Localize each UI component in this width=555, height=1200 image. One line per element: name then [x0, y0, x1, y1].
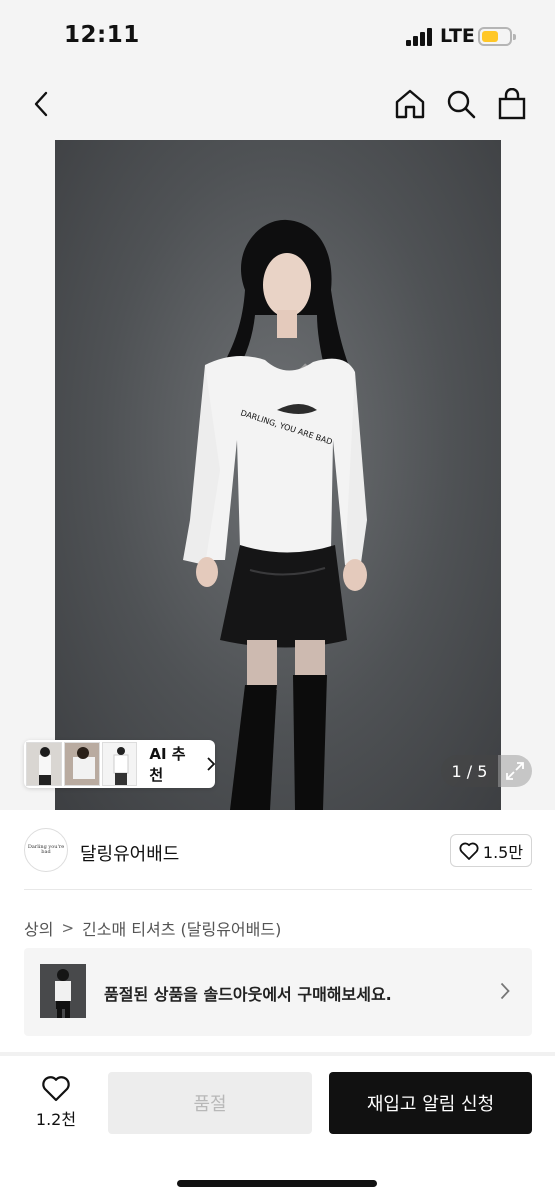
- cart-button[interactable]: [492, 84, 532, 124]
- divider: [24, 889, 532, 890]
- image-pager: 1 / 5: [441, 755, 498, 787]
- search-icon: [447, 90, 476, 119]
- wishlist-button[interactable]: 1.2천: [24, 1075, 88, 1135]
- soldout-button: 품절: [108, 1072, 312, 1134]
- product-gallery[interactable]: DARLING, YOU ARE BAD AI 추천 1 / 5: [0, 140, 555, 810]
- home-icon: [395, 89, 425, 119]
- brand-name[interactable]: 달링유어배드: [80, 840, 179, 866]
- expand-icon: [506, 762, 524, 780]
- chevron-right-icon: [500, 982, 510, 1000]
- shopping-bag-icon: [498, 88, 526, 120]
- back-button[interactable]: [22, 84, 62, 124]
- recommend-thumb-1[interactable]: [26, 742, 62, 786]
- status-time: 12:11: [64, 22, 140, 48]
- signal-icon: [406, 28, 434, 46]
- expand-button[interactable]: [498, 755, 532, 787]
- wishlist-count: 1.2천: [35, 1110, 77, 1129]
- breadcrumb: 상의 > 긴소매 티셔츠 (달링유어배드): [24, 916, 281, 940]
- ai-recommend-label: AI 추천: [149, 745, 186, 784]
- network-label: LTE: [440, 25, 475, 47]
- recommend-thumb-2[interactable]: [63, 742, 100, 786]
- restock-notify-button[interactable]: 재입고 알림 신청: [329, 1072, 532, 1134]
- soldout-market-banner[interactable]: 품절된 상품을 솔드아웃에서 구매해보세요.: [24, 948, 532, 1036]
- brand-logo[interactable]: Darling you're bad: [24, 828, 68, 872]
- home-button[interactable]: [390, 84, 430, 124]
- heart-icon: [42, 1076, 70, 1102]
- banner-product-thumb: [40, 964, 86, 1018]
- brand-like-count: 1.5만: [482, 842, 524, 862]
- top-navigation: [0, 70, 555, 140]
- recommend-thumb-3[interactable]: [101, 742, 138, 786]
- breadcrumb-subcategory[interactable]: 긴소매 티셔츠 (달링유어배드): [82, 916, 281, 940]
- section-divider: [0, 1052, 555, 1056]
- chevron-left-icon: [34, 91, 48, 117]
- chevron-right-icon: [207, 757, 215, 771]
- breadcrumb-category[interactable]: 상의: [24, 916, 53, 940]
- heart-icon: [459, 842, 479, 860]
- search-button[interactable]: [441, 84, 481, 124]
- brand-like-button[interactable]: 1.5만: [450, 834, 532, 867]
- home-indicator: [177, 1180, 377, 1187]
- product-photo[interactable]: DARLING, YOU ARE BAD: [55, 140, 501, 810]
- battery-icon: [478, 27, 516, 46]
- banner-text: 품절된 상품을 솔드아웃에서 구매해보세요.: [104, 985, 392, 1004]
- ai-recommend-chip[interactable]: AI 추천: [24, 740, 215, 788]
- status-bar: 12:11 LTE: [0, 0, 555, 70]
- breadcrumb-separator-icon: >: [61, 919, 75, 937]
